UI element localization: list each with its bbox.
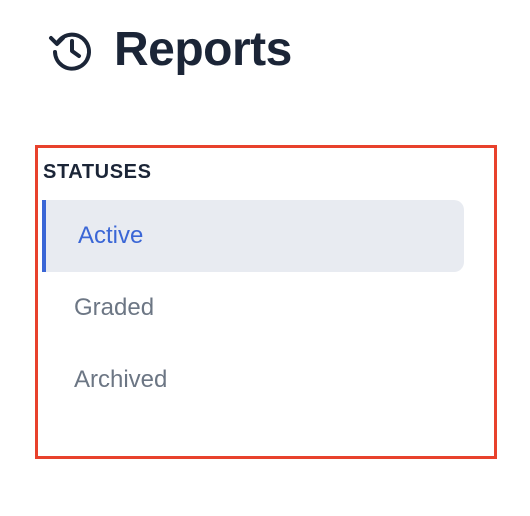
status-item-label: Graded [74,294,155,321]
page-title: Reports [114,23,292,76]
page-header: Reports [46,20,292,80]
status-item-active[interactable]: Active [42,200,464,272]
history-icon [46,25,96,75]
status-item-label: Active [78,222,144,249]
statuses-panel: STATUSES Active Graded Archived [35,145,497,459]
status-item-label: Archived [74,366,168,393]
status-item-graded[interactable]: Graded [42,272,464,344]
status-list: Active Graded Archived [42,200,464,416]
statuses-heading: STATUSES [43,161,152,183]
status-item-archived[interactable]: Archived [42,344,464,416]
